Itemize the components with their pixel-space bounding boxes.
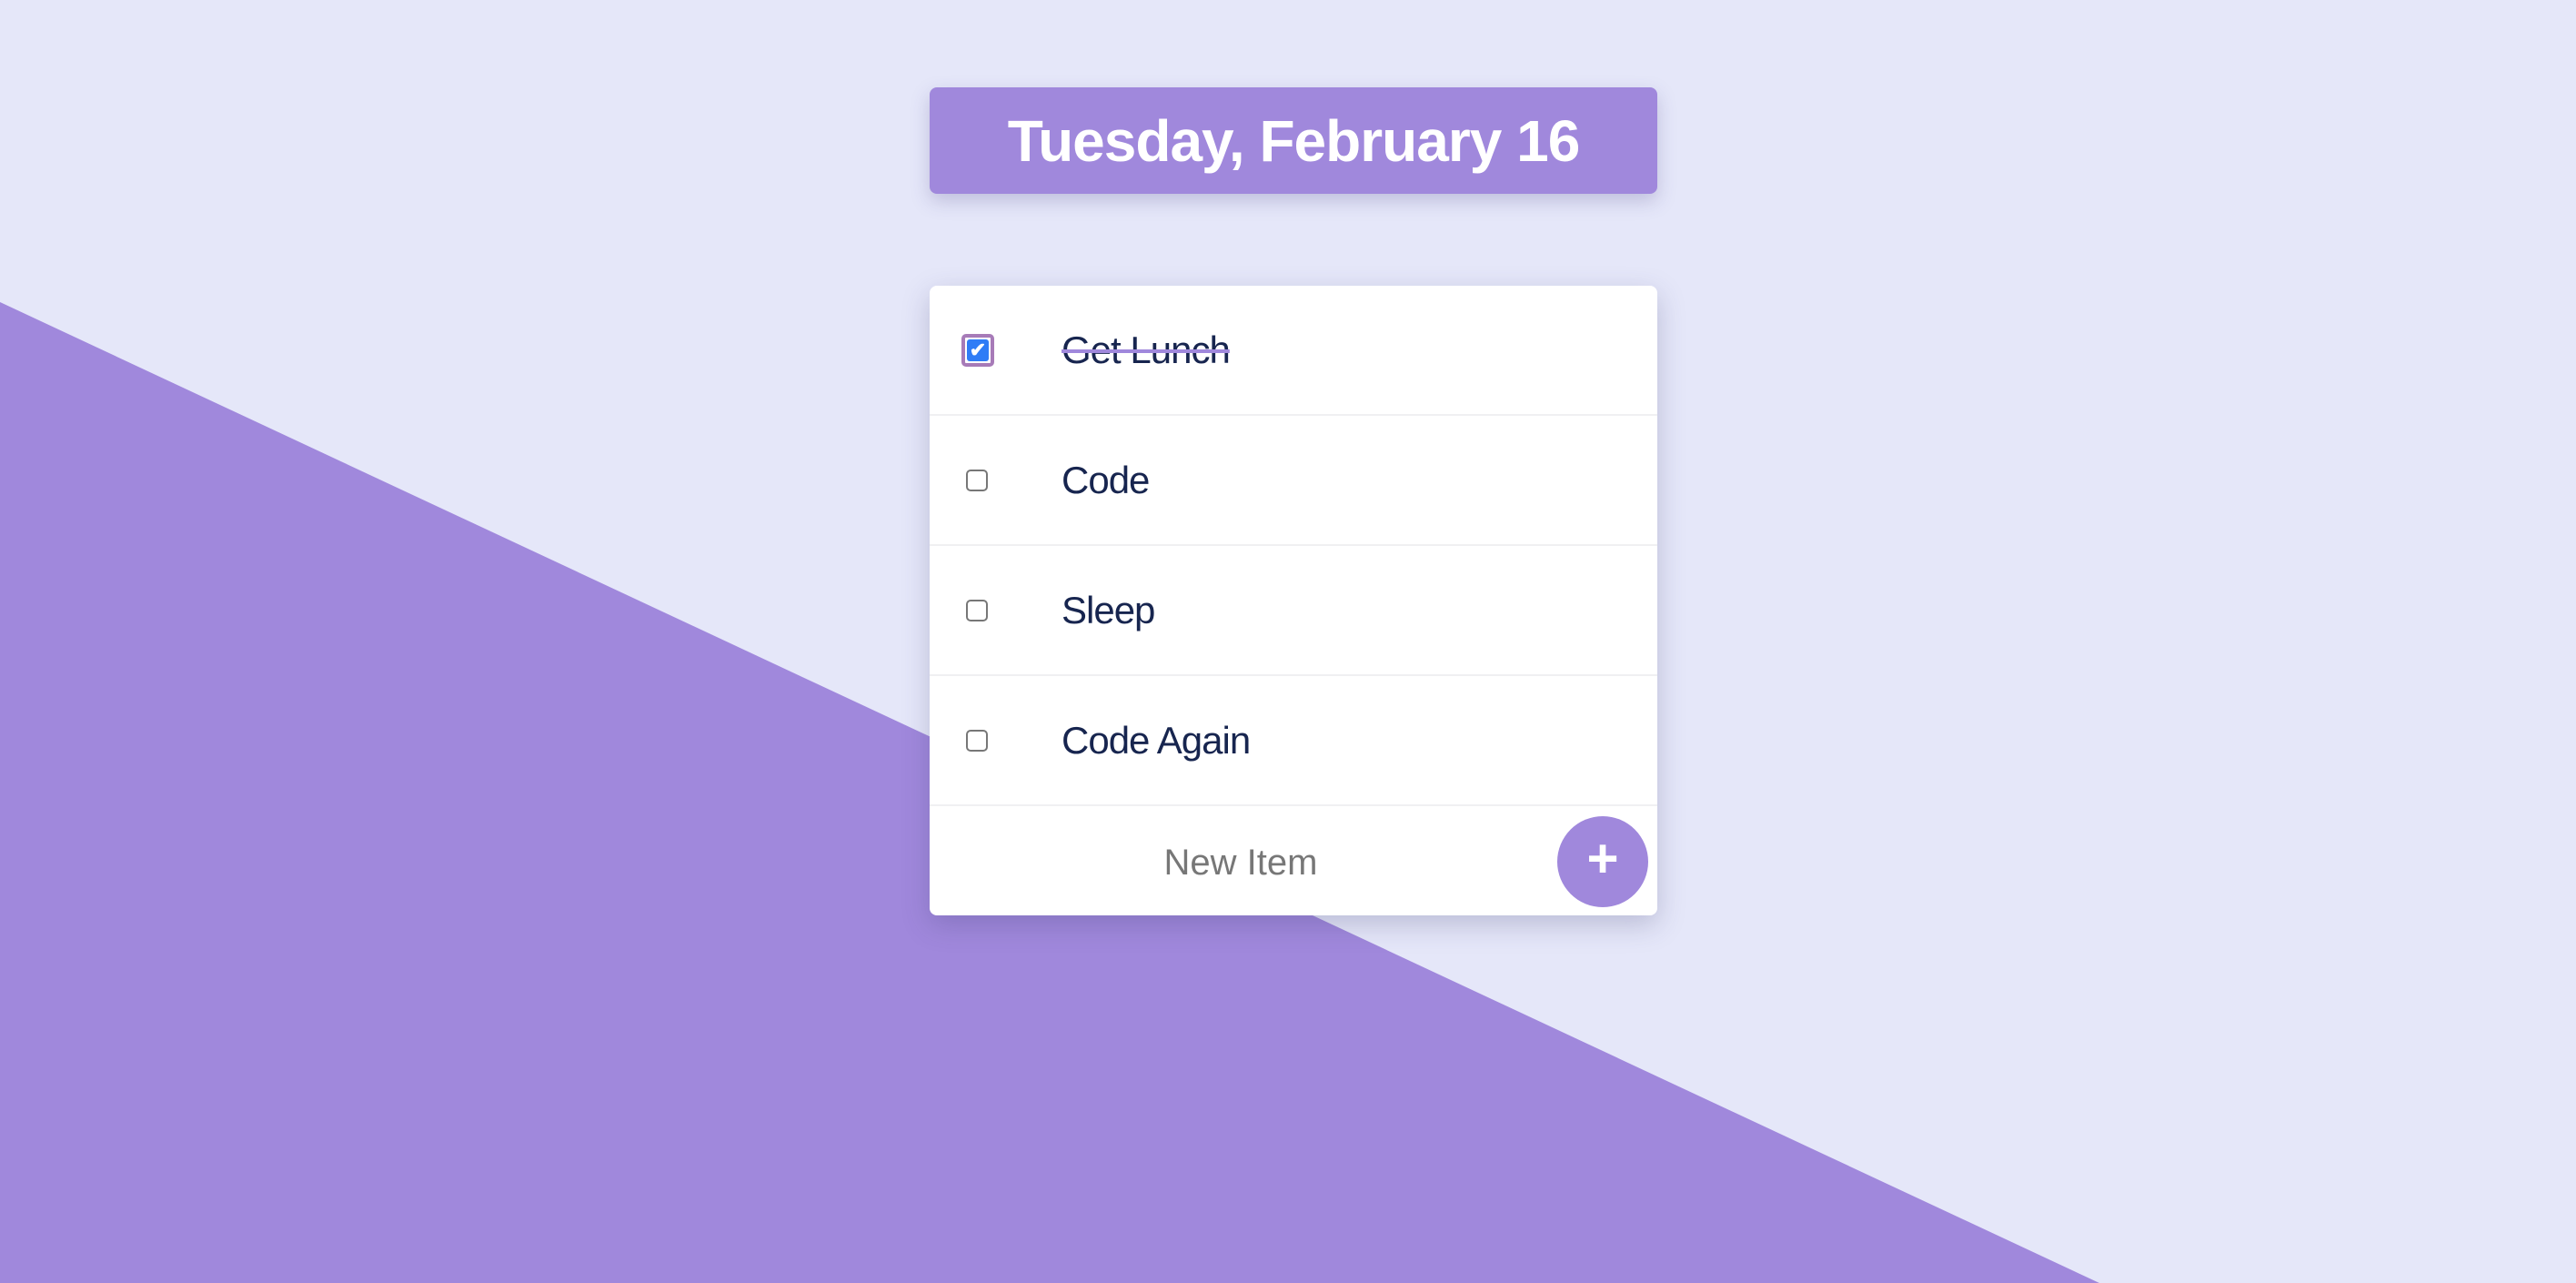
todo-list-card: ✔ Get Lunch Code Sleep Code Again + (930, 286, 1657, 920)
todo-label: Code Again (1062, 718, 1251, 762)
new-item-row: + (930, 806, 1657, 920)
todo-item: Code Again (930, 676, 1657, 806)
checkmark-icon: ✔ (967, 338, 989, 361)
todo-checkbox[interactable] (966, 729, 988, 752)
todo-label: Get Lunch (1062, 328, 1231, 371)
new-item-input[interactable] (930, 806, 1552, 920)
todo-label: Code (1062, 458, 1150, 501)
todo-label: Sleep (1062, 588, 1155, 631)
plus-icon: + (1586, 828, 1619, 889)
todo-checkbox[interactable] (966, 469, 988, 491)
todo-checkbox[interactable] (966, 599, 988, 621)
todo-item: ✔ Get Lunch (930, 286, 1657, 416)
add-item-button[interactable]: + (1557, 816, 1648, 907)
todo-item: Code (930, 416, 1657, 546)
todo-item: Sleep (930, 546, 1657, 676)
date-header: Tuesday, February 16 (930, 87, 1657, 194)
todo-checkbox-checked[interactable]: ✔ (961, 333, 994, 367)
